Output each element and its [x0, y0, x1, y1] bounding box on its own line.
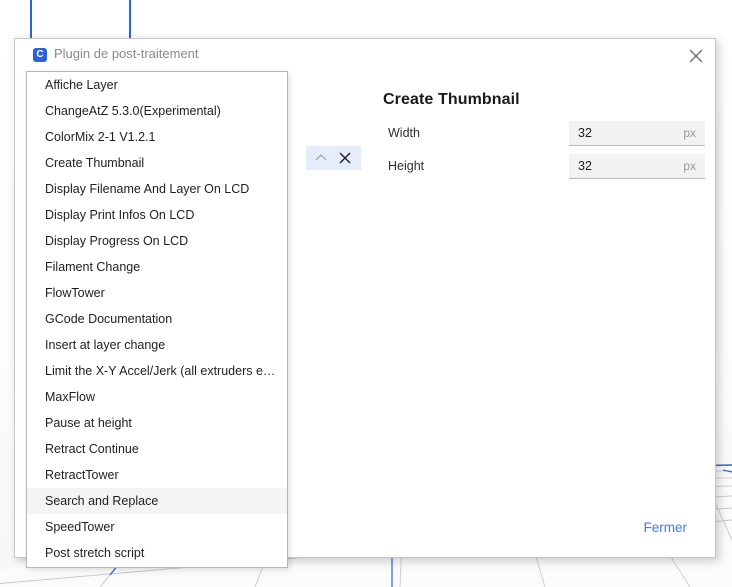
plugin-list-item[interactable]: Post stretch script [27, 540, 287, 566]
screen: C Plugin de post-traitement Create Thumb… [0, 0, 732, 587]
plugin-list-item[interactable]: ColorMix 2-1 V1.2.1 [27, 124, 287, 150]
plugin-list-item[interactable]: Filament Change [27, 254, 287, 280]
plugin-list-item[interactable]: Display Progress On LCD [27, 228, 287, 254]
plugin-script-list[interactable]: Affiche Layer ChangeAtZ 5.3.0(Experimenta… [26, 71, 288, 568]
plugin-list-item[interactable]: Pause at height [27, 410, 287, 436]
cura-logo-icon: C [33, 48, 47, 62]
width-unit: px [683, 126, 696, 140]
height-unit: px [683, 159, 696, 173]
setting-row: Width 32 px [383, 121, 705, 148]
height-input[interactable]: 32 px [569, 154, 705, 179]
plugin-list-item[interactable]: Search and Replace [27, 488, 287, 514]
setting-label-height: Height [388, 159, 425, 173]
grid-line-left [30, 0, 32, 40]
grid-line-center [129, 0, 131, 40]
close-icon[interactable] [685, 45, 707, 67]
setting-row: Height 32 px [383, 154, 705, 181]
plugin-list-item[interactable]: Retract Continue [27, 436, 287, 462]
setting-label-width: Width [388, 126, 420, 140]
chevron-up-icon[interactable] [312, 150, 330, 166]
plugin-list-item[interactable]: MaxFlow [27, 384, 287, 410]
settings-title: Create Thumbnail [383, 91, 520, 108]
dialog-titlebar[interactable]: C Plugin de post-traitement [15, 39, 715, 71]
cura-logo-letter: C [36, 49, 44, 60]
plugin-list-item[interactable]: SpeedTower [27, 514, 287, 540]
dialog-title: Plugin de post-traitement [54, 46, 199, 61]
plugin-list-item[interactable]: Affiche Layer [27, 72, 287, 98]
close-dialog-button[interactable]: Fermer [638, 516, 694, 539]
script-row-controls [306, 146, 361, 170]
plugin-list-item[interactable]: ChangeAtZ 5.3.0(Experimental) [27, 98, 287, 124]
script-settings-pane: Create Thumbnail Width 32 px Height 32 p… [383, 91, 705, 187]
plugin-list-item[interactable]: Insert at layer change [27, 332, 287, 358]
width-input[interactable]: 32 px [569, 121, 705, 146]
plugin-list-item[interactable]: GCode Documentation [27, 306, 287, 332]
plugin-list-item[interactable]: Display Filename And Layer On LCD [27, 176, 287, 202]
plugin-list-item[interactable]: Display Print Infos On LCD [27, 202, 287, 228]
plugin-list-item[interactable]: Limit the X-Y Accel/Jerk (all extruders … [27, 358, 287, 384]
height-value: 32 [578, 159, 592, 173]
plugin-list-item[interactable]: RetractTower [27, 462, 287, 488]
remove-script-close-icon[interactable] [337, 149, 353, 166]
plugin-list-item[interactable]: FlowTower [27, 280, 287, 306]
width-value: 32 [578, 126, 592, 140]
plugin-list-item[interactable]: Create Thumbnail [27, 150, 287, 176]
